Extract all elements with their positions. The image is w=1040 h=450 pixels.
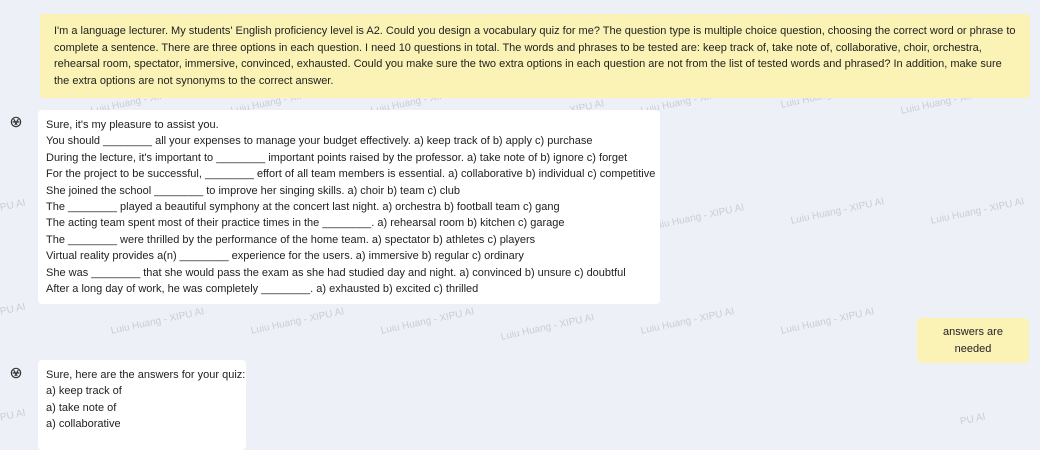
watermark: PU AI [0,301,27,318]
watermark: PU AI [959,411,987,428]
watermark: Luiu Huang - XIPU AI [779,306,876,337]
watermark: Luiu Huang - XIPU AI [249,306,346,337]
user-message-text: answers are needed [943,326,1003,355]
quiz-question: She was ________ that she would pass the… [46,266,626,279]
user-message: answers are needed [917,318,1029,363]
quiz-question: Virtual reality provides a(n) ________ e… [46,250,524,263]
quiz-question: The ________ were thrilled by the perfor… [46,233,536,246]
answer-intro: Sure, here are the answers for your quiz… [46,369,246,381]
quiz-question: She joined the school ________ to improv… [46,184,460,197]
quiz-answer: a) take note of [46,401,117,414]
answer-intro: Sure, it's my pleasure to assist you. [46,119,219,131]
user-message-text: I'm a language lecturer. My students' En… [54,25,1016,87]
quiz-question: For the project to be successful, ______… [46,168,656,181]
watermark: Luiu Huang - XIPU AI [649,202,746,233]
watermark: PU AI [0,197,27,214]
watermark: Luiu Huang - XIPU AI [789,196,886,227]
quiz-question: After a long day of work, he was complet… [46,283,479,296]
quiz-question: You should ________ all your expenses to… [46,135,593,148]
assistant-message: Sure, it's my pleasure to assist you. Yo… [38,110,660,305]
quiz-question: During the lecture, it's important to __… [46,151,628,164]
watermark: Luiu Huang - XIPU AI [109,306,206,337]
openai-logo-icon [9,366,23,380]
watermark: Luiu Huang - XIPU AI [499,312,596,343]
watermark: Luiu Huang - XIPU AI [379,306,476,337]
assistant-message: Sure, here are the answers for your quiz… [38,360,246,450]
quiz-answer: a) keep track of [46,385,122,398]
openai-logo-icon [9,115,23,129]
quiz-question: The acting team spent most of their prac… [46,217,565,230]
quiz-question: The ________ played a beautiful symphony… [46,201,560,214]
watermark: Luiu Huang - XIPU AI [639,306,736,337]
user-message: I'm a language lecturer. My students' En… [40,14,1030,98]
watermark: PU AI [0,407,27,424]
quiz-answer: a) collaborative [46,418,121,431]
watermark: Luiu Huang - XIPU AI [929,196,1026,227]
